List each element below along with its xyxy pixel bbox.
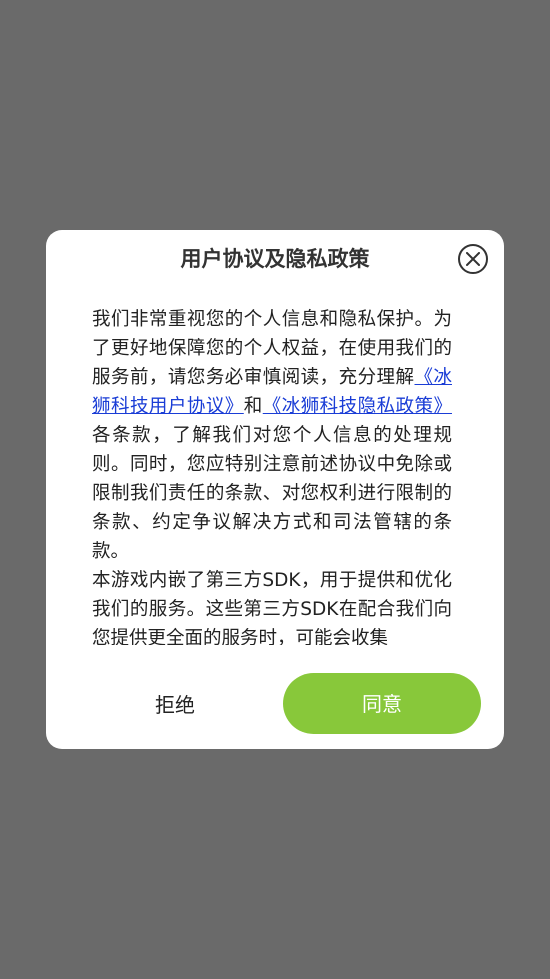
close-button[interactable]	[458, 244, 488, 274]
agreement-text-and: 和	[243, 396, 263, 417]
agreement-paragraph-1: 我们非常重视您的个人信息和隐私保护。为了更好地保障您的个人权益，在使用我们的服务…	[92, 305, 452, 566]
privacy-policy-link[interactable]: 《冰狮科技隐私政策》	[263, 396, 452, 417]
agreement-text-after: 各条款，了解我们对您个人信息的处理规则。同时，您应特别注意前述协议中免除或限制我…	[92, 425, 452, 562]
agreement-text-before: 我们非常重视您的个人信息和隐私保护。为了更好地保障您的个人权益，在使用我们的服务…	[92, 309, 452, 388]
close-icon	[466, 252, 480, 266]
agreement-paragraph-2: 本游戏内嵌了第三方SDK，用于提供和优化我们的服务。这些第三方SDK在配合我们向…	[92, 570, 452, 645]
agree-button[interactable]: 同意	[283, 673, 481, 734]
reject-button[interactable]: 拒绝	[75, 674, 275, 734]
agreement-scroll-area[interactable]: 我们非常重视您的个人信息和隐私保护。为了更好地保障您的个人权益，在使用我们的服务…	[92, 305, 452, 645]
